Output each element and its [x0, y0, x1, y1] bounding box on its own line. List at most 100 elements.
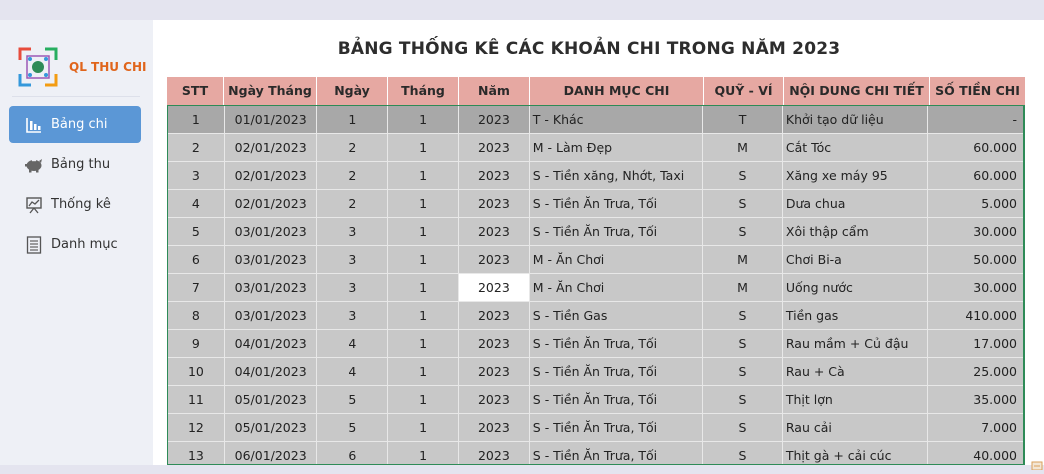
table-row[interactable]: 4 02/01/2023 2 1 2023 S - Tiền Ăn Trưa, Tối S D… [168, 190, 1023, 218]
cell-stt[interactable]: 8 [168, 302, 225, 330]
cell-thang[interactable]: 1 [388, 414, 460, 442]
cell-ngay[interactable]: 3 [317, 302, 389, 330]
cell-ngay[interactable]: 3 [317, 246, 389, 274]
cell-stt[interactable]: 10 [168, 358, 225, 386]
cell-so-tien[interactable]: 17.000 [928, 330, 1023, 358]
cell-ngay-thang[interactable]: 04/01/2023 [224, 330, 318, 358]
cell-ngay-thang[interactable]: 03/01/2023 [224, 302, 318, 330]
cell-stt[interactable]: 7 [168, 274, 225, 302]
cell-noi-dung[interactable]: Tiền gas [782, 302, 929, 330]
cell-danh-muc[interactable]: S - Tiền Ăn Trưa, Tối [530, 442, 704, 464]
cell-danh-muc[interactable]: M - Làm Đẹp [529, 134, 704, 162]
cell-noi-dung[interactable]: Rau + Cà [782, 358, 929, 386]
cell-thang[interactable]: 1 [388, 106, 460, 134]
column-header-danh-muc-chi[interactable]: DANH MỤC CHI [530, 77, 704, 105]
cell-so-tien[interactable]: 25.000 [928, 358, 1023, 386]
cell-noi-dung[interactable]: Cắt Tóc [782, 134, 929, 162]
cell-so-tien[interactable]: 60.000 [928, 162, 1023, 190]
cell-thang[interactable]: 1 [388, 330, 460, 358]
cell-ngay-thang[interactable]: 02/01/2023 [224, 162, 318, 190]
cell-noi-dung[interactable]: Rau cải [782, 414, 929, 442]
cell-danh-muc[interactable]: S - Tiền Ăn Trưa, Tối [529, 190, 704, 218]
cell-noi-dung[interactable]: Xăng xe máy 95 [782, 162, 929, 190]
table-row[interactable]: 12 05/01/2023 5 1 2023 S - Tiền Ăn Trưa, Tối S… [168, 414, 1023, 442]
cell-nam[interactable]: 2023 [459, 442, 530, 464]
cell-thang[interactable]: 1 [388, 274, 460, 302]
cell-nam[interactable]: 2023 [459, 190, 530, 218]
cell-nam[interactable]: 2023 [459, 330, 530, 358]
cell-quy-vi[interactable]: S [703, 414, 783, 442]
cell-quy-vi[interactable]: S [703, 218, 783, 246]
cell-stt[interactable]: 2 [168, 134, 225, 162]
cell-noi-dung[interactable]: Rau mầm + Củ đậu [782, 330, 929, 358]
table-row[interactable]: 6 03/01/2023 3 1 2023 M - Ăn Chơi M Chơi Bi-a 50… [168, 246, 1023, 274]
table-row[interactable]: 2 02/01/2023 2 1 2023 M - Làm Đẹp M Cắt Tóc 60.0… [168, 134, 1023, 162]
cell-ngay-thang[interactable]: 03/01/2023 [224, 246, 318, 274]
cell-noi-dung[interactable]: Dưa chua [782, 190, 929, 218]
column-header-so-tien-chi[interactable]: SỐ TIỀN CHI [930, 77, 1025, 105]
cell-ngay[interactable]: 2 [317, 190, 389, 218]
table-row[interactable]: 10 04/01/2023 4 1 2023 S - Tiền Ăn Trưa, Tối S… [168, 358, 1023, 386]
cell-danh-muc[interactable]: S - Tiền Ăn Trưa, Tối [529, 414, 704, 442]
column-header-nam[interactable]: Năm [459, 77, 530, 105]
cell-thang[interactable]: 1 [388, 218, 460, 246]
cell-thang[interactable]: 1 [388, 134, 460, 162]
cell-thang[interactable]: 1 [388, 190, 460, 218]
cell-so-tien[interactable]: 60.000 [928, 134, 1023, 162]
cell-stt[interactable]: 4 [168, 190, 225, 218]
cell-stt[interactable]: 1 [168, 106, 225, 134]
cell-ngay[interactable]: 4 [317, 330, 389, 358]
cell-noi-dung[interactable]: Thịt lợn [782, 386, 929, 414]
cell-thang[interactable]: 1 [388, 246, 460, 274]
cell-ngay[interactable]: 3 [317, 274, 389, 302]
cell-ngay-thang[interactable]: 05/01/2023 [224, 414, 318, 442]
cell-ngay[interactable]: 5 [317, 386, 389, 414]
cell-ngay-thang[interactable]: 05/01/2023 [224, 386, 318, 414]
cell-so-tien[interactable]: 50.000 [928, 246, 1023, 274]
cell-quy-vi[interactable]: S [703, 190, 783, 218]
cell-danh-muc[interactable]: M - Ăn Chơi [529, 246, 704, 274]
cell-stt[interactable]: 11 [168, 386, 225, 414]
cell-nam[interactable]: 2023 [459, 218, 530, 246]
cell-nam[interactable]: 2023 [459, 302, 530, 330]
cell-danh-muc[interactable]: S - Tiền xăng, Nhớt, Taxi [529, 162, 704, 190]
table-row[interactable]: 3 02/01/2023 2 1 2023 S - Tiền xăng, Nhớt, Ta… [168, 162, 1023, 190]
cell-nam[interactable]: 2023 [459, 358, 530, 386]
cell-so-tien[interactable]: 30.000 [928, 274, 1023, 302]
cell-quy-vi[interactable]: S [703, 162, 783, 190]
sidebar-item-bang-thu[interactable]: Bảng thu [9, 146, 141, 183]
cell-quy-vi[interactable]: S [703, 302, 783, 330]
cell-ngay-thang[interactable]: 01/01/2023 [224, 106, 318, 134]
cell-thang[interactable]: 1 [388, 302, 460, 330]
cell-nam[interactable]: 2023 [459, 162, 530, 190]
cell-quy-vi[interactable]: S [703, 358, 783, 386]
cell-so-tien[interactable]: 7.000 [928, 414, 1023, 442]
cell-quy-vi[interactable]: M [703, 246, 783, 274]
cell-danh-muc[interactable]: S - Tiền Ăn Trưa, Tối [529, 386, 704, 414]
sidebar-item-danh-muc[interactable]: Danh mục [9, 226, 141, 263]
cell-ngay-thang[interactable]: 04/01/2023 [224, 358, 318, 386]
cell-thang[interactable]: 1 [388, 358, 460, 386]
column-header-ngay[interactable]: Ngày [317, 77, 388, 105]
table-row[interactable]: 7 03/01/2023 3 1 2023 M - Ăn Chơi M Uống nước 30… [168, 274, 1023, 302]
cell-stt[interactable]: 6 [168, 246, 225, 274]
cell-nam[interactable]: 2023 [459, 134, 530, 162]
cell-quy-vi[interactable]: T [703, 106, 783, 134]
cell-thang[interactable]: 1 [388, 442, 460, 464]
resize-grip-icon[interactable] [1030, 455, 1044, 471]
expense-table[interactable]: 1 01/01/2023 1 1 2023 T - Khác T Khởi tạo dữ li… [167, 105, 1025, 465]
cell-ngay[interactable]: 3 [317, 218, 389, 246]
cell-so-tien[interactable]: 40.000 [928, 442, 1023, 464]
cell-nam[interactable]: 2023 [459, 386, 530, 414]
cell-quy-vi[interactable]: S [703, 330, 783, 358]
column-header-quy-vi[interactable]: QUỸ - VÍ [704, 77, 784, 105]
cell-danh-muc[interactable]: S - Tiền Ăn Trưa, Tối [529, 358, 704, 386]
cell-danh-muc[interactable]: T - Khác [529, 106, 704, 134]
cell-nam[interactable]: 2023 [459, 246, 530, 274]
cell-ngay-thang[interactable]: 03/01/2023 [224, 274, 318, 302]
cell-quy-vi[interactable]: S [703, 386, 783, 414]
cell-nam[interactable]: 2023 [459, 414, 530, 442]
cell-ngay[interactable]: 2 [317, 134, 389, 162]
cell-so-tien[interactable]: - [928, 106, 1023, 134]
cell-stt[interactable]: 9 [168, 330, 225, 358]
